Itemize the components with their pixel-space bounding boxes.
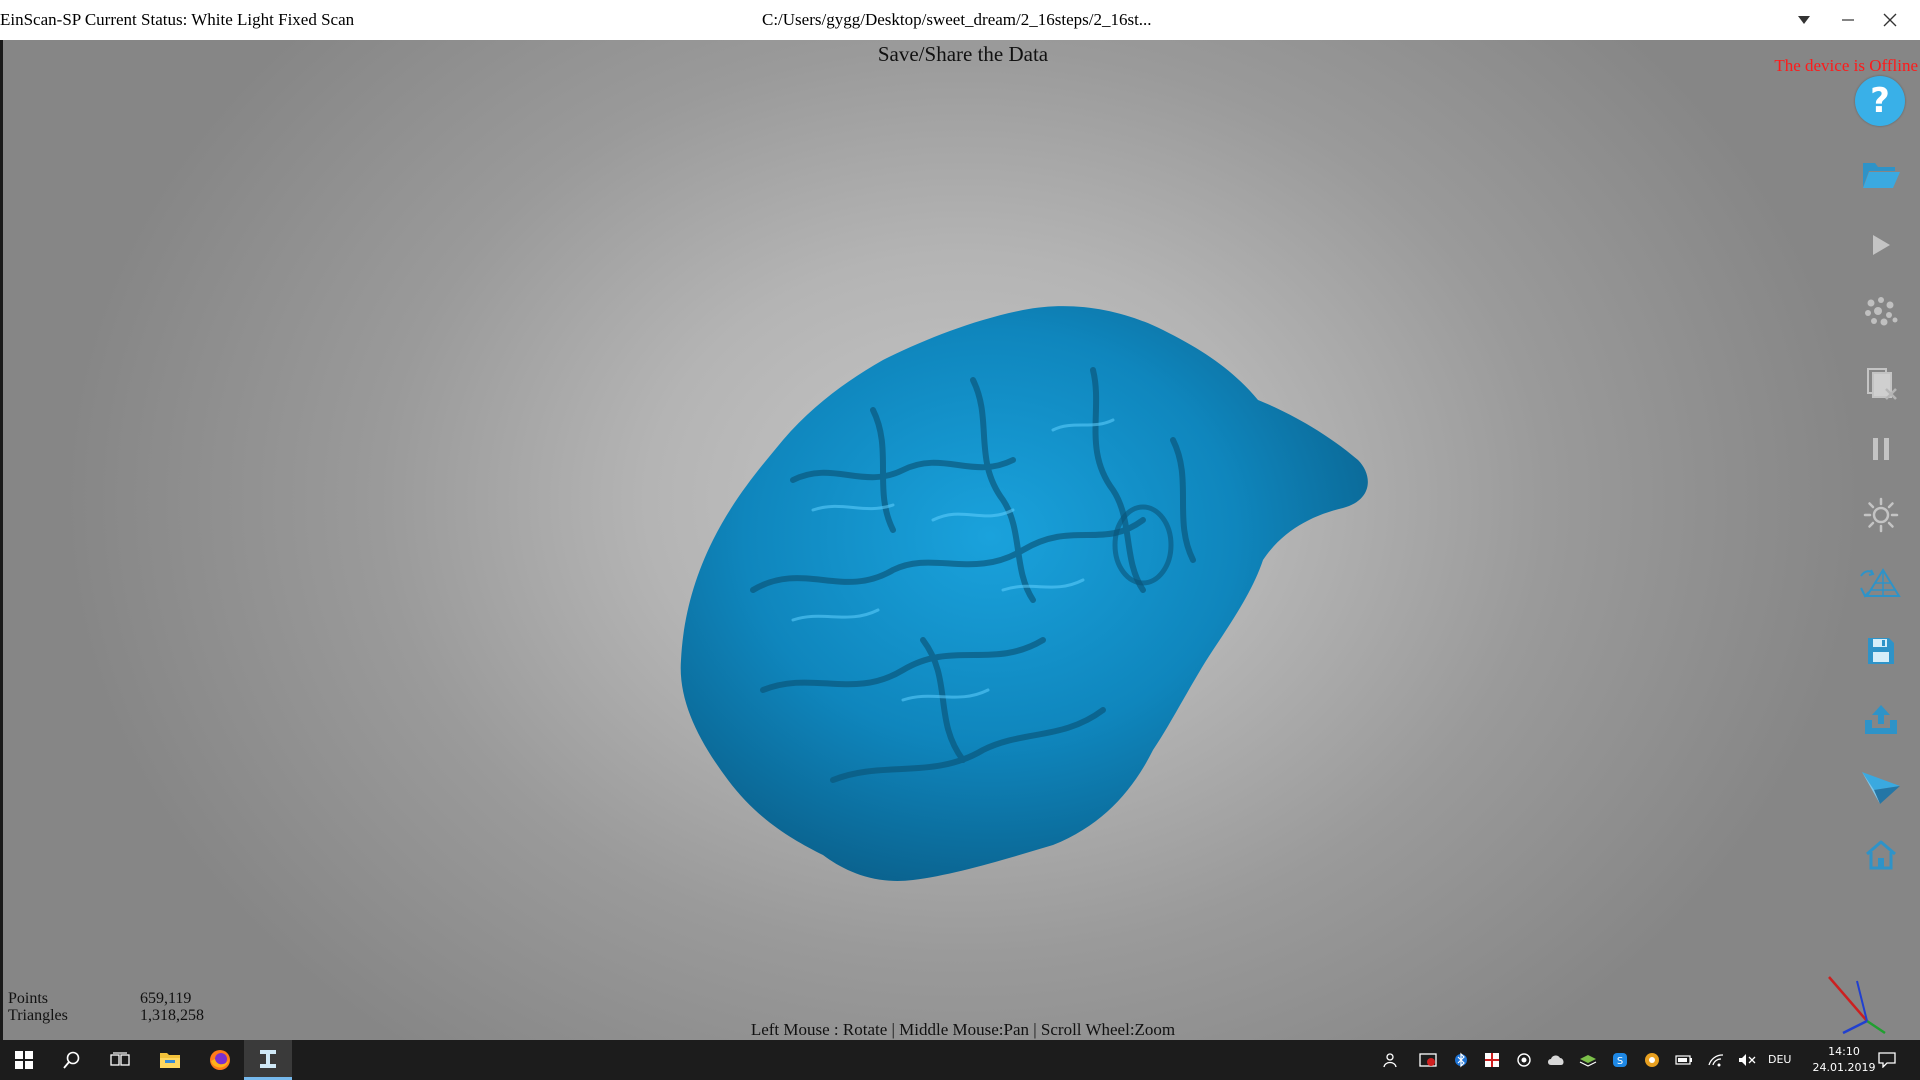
home-icon xyxy=(1866,840,1896,870)
play-button[interactable] xyxy=(1858,222,1904,268)
brightness-icon xyxy=(1863,497,1899,533)
help-button[interactable]: ? xyxy=(1855,76,1905,126)
open-button[interactable] xyxy=(1858,151,1904,197)
close-button[interactable] xyxy=(1868,0,1912,40)
step-title: Save/Share the Data xyxy=(877,42,1049,66)
point-cloud-button[interactable] xyxy=(1858,288,1904,334)
input-language[interactable]: DEU xyxy=(1768,1053,1791,1066)
bluetooth-icon[interactable] xyxy=(1452,1051,1470,1069)
model-body xyxy=(680,306,1368,881)
export-icon xyxy=(1865,705,1897,734)
notifications-button[interactable] xyxy=(1878,1051,1896,1069)
mesh-icon xyxy=(1860,568,1901,598)
network-drive-icon[interactable] xyxy=(1579,1051,1597,1069)
cloud-icon[interactable] xyxy=(1547,1051,1565,1069)
right-toolbar: ? xyxy=(1840,40,1920,1040)
mesh-button[interactable] xyxy=(1858,560,1904,606)
share-button[interactable] xyxy=(1858,764,1904,810)
einscan-icon xyxy=(260,1049,276,1068)
shield-icon[interactable] xyxy=(1483,1051,1501,1069)
wifi-icon[interactable] xyxy=(1707,1051,1725,1069)
pause-button[interactable] xyxy=(1858,426,1904,472)
title-bar: EinScan-SP Current Status: White Light F… xyxy=(0,0,1920,40)
delete-data-icon xyxy=(1867,368,1897,400)
minimize-icon xyxy=(1842,19,1854,21)
file-explorer-button[interactable] xyxy=(146,1040,194,1080)
brightness-button[interactable] xyxy=(1858,492,1904,538)
save-icon xyxy=(1868,638,1894,664)
axis-gizmo-icon xyxy=(1828,976,1886,1035)
model-stats: Points 659,119 Triangles 1,318,258 xyxy=(8,990,204,1024)
mouse-controls-hint: Left Mouse : Rotate | Middle Mouse:Pan |… xyxy=(750,1020,1176,1039)
minimize-button[interactable] xyxy=(1826,0,1870,40)
app-window: EinScan-SP Current Status: White Light F… xyxy=(0,0,1920,1040)
volume-muted-icon[interactable] xyxy=(1738,1051,1756,1069)
search-icon xyxy=(63,1051,80,1069)
firefox-icon xyxy=(210,1050,230,1070)
task-view-icon xyxy=(110,1052,130,1066)
open-folder-icon xyxy=(1863,163,1900,188)
einscan-app-button[interactable] xyxy=(244,1040,292,1080)
start-button[interactable] xyxy=(0,1040,48,1080)
battery-icon[interactable] xyxy=(1675,1051,1693,1069)
windows-logo-icon xyxy=(15,1051,33,1069)
save-button[interactable] xyxy=(1858,628,1904,674)
dropdown-button[interactable] xyxy=(1782,0,1826,40)
clock-date[interactable]: 24.01.2019 xyxy=(1806,1061,1882,1074)
chevron-down-icon xyxy=(1798,16,1810,24)
people-icon[interactable] xyxy=(1380,1051,1398,1069)
file-path: C:/Users/gygg/Desktop/sweet_dream/2_16st… xyxy=(762,10,1152,29)
play-icon xyxy=(1873,235,1890,255)
windows-taskbar: S DEU 14:10 24.01.2019 xyxy=(0,1040,1920,1080)
help-icon: ? xyxy=(1870,81,1890,121)
clock-time[interactable]: 14:10 xyxy=(1822,1045,1866,1058)
export-button[interactable] xyxy=(1858,696,1904,742)
close-icon xyxy=(1883,13,1897,27)
skype-icon[interactable]: S xyxy=(1611,1051,1629,1069)
delete-data-button[interactable] xyxy=(1858,360,1904,406)
firefox-button[interactable] xyxy=(196,1040,244,1080)
security-icon[interactable] xyxy=(1419,1051,1437,1069)
update-icon[interactable] xyxy=(1643,1051,1661,1069)
sync-icon[interactable] xyxy=(1515,1051,1533,1069)
search-button[interactable] xyxy=(48,1040,96,1080)
point-cloud-icon xyxy=(1865,297,1898,326)
notification-icon xyxy=(1878,1052,1896,1068)
file-explorer-icon xyxy=(160,1053,180,1068)
pause-icon xyxy=(1873,438,1889,460)
task-view-button[interactable] xyxy=(96,1040,144,1080)
svg-text:S: S xyxy=(1617,1056,1623,1067)
scanned-model[interactable] xyxy=(673,260,1403,900)
share-icon xyxy=(1862,772,1900,804)
points-value: 659,119 xyxy=(140,990,192,1007)
points-row: Points 659,119 xyxy=(8,990,204,1007)
3d-viewport[interactable]: Save/Share the Data The device is Offlin… xyxy=(0,40,1920,1040)
points-label: Points xyxy=(8,990,49,1007)
app-status-title: EinScan-SP Current Status: White Light F… xyxy=(0,10,355,29)
home-button[interactable] xyxy=(1858,832,1904,878)
